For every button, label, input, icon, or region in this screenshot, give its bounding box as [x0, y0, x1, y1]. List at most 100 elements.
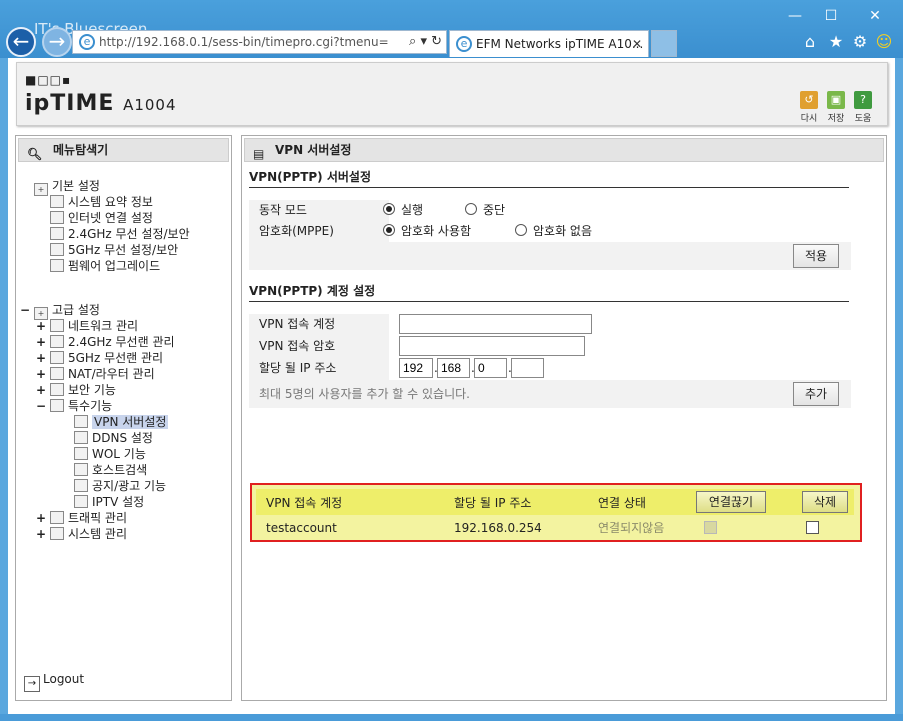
tree-system-summary[interactable]: 시스템 요약 정보	[50, 194, 153, 210]
expand-icon[interactable]: +	[36, 350, 46, 366]
save-button[interactable]: ▣ 저장	[824, 91, 848, 124]
ip-octet-4[interactable]	[511, 358, 544, 378]
password-label: VPN 접속 암호	[249, 336, 389, 358]
traffic-icon	[50, 511, 64, 524]
mode-off-radio[interactable]	[465, 203, 477, 215]
reload-button[interactable]: ↺ 다시	[797, 91, 821, 124]
tree-advanced-settings[interactable]: − + 고급 설정	[20, 302, 100, 320]
account-label: VPN 접속 계정	[249, 314, 389, 336]
ie-icon: e	[79, 34, 95, 50]
page-title: VPN 서버설정	[275, 143, 352, 157]
model-name: A1004	[123, 96, 177, 114]
tree-system-mgmt[interactable]: + 시스템 관리	[36, 526, 127, 542]
ip-row: 할당 될 IP 주소 . . .	[249, 358, 851, 380]
encryption-label: 암호화(MPPE)	[249, 221, 389, 243]
tab-close-icon[interactable]: ✕	[632, 31, 642, 57]
page-icon	[74, 463, 88, 476]
vpn-account-input[interactable]	[399, 314, 592, 334]
row-status: 연결되지않음	[598, 521, 665, 535]
col-ip-header: 할당 될 IP 주소	[454, 496, 532, 510]
maximize-button[interactable]: ☐	[816, 6, 846, 26]
tree-host-search[interactable]: 호스트검색	[74, 462, 147, 478]
tree-notice-ad[interactable]: 공지/광고 기능	[74, 478, 166, 494]
help-button[interactable]: ? 도움	[851, 91, 875, 124]
max-users-hint: 최대 5명의 사용자를 추가 할 수 있습니다.	[259, 387, 470, 401]
new-tab-button[interactable]	[651, 30, 677, 57]
collapse-icon[interactable]: −	[20, 302, 30, 318]
tree-wifi5-settings[interactable]: 5GHz 무선 설정/보안	[50, 242, 178, 258]
logout-link[interactable]: → Logout	[24, 672, 84, 692]
row-account: testaccount	[266, 521, 337, 535]
page-icon	[74, 479, 88, 492]
apply-button[interactable]: 적용	[793, 244, 839, 268]
tree-special-features[interactable]: − 특수기능	[36, 398, 112, 414]
wifi-icon	[50, 243, 64, 256]
page-icon: ▤	[253, 147, 265, 161]
tree-security[interactable]: + 보안 기능	[36, 382, 116, 398]
ip-octet-3[interactable]	[474, 358, 507, 378]
sidebar-header: 🔍︎ 메뉴탐색기	[18, 138, 229, 162]
minimize-button[interactable]: —	[780, 6, 810, 26]
logo-squares: ■□□▪	[25, 73, 72, 87]
disconnect-button[interactable]: 연결끊기	[696, 491, 766, 513]
tree-internet-settings[interactable]: 인터넷 연결 설정	[50, 210, 153, 226]
back-button[interactable]: ←	[6, 27, 36, 57]
row-ip: 192.168.0.254	[454, 521, 542, 535]
collapse-icon[interactable]: −	[36, 398, 46, 414]
password-row: VPN 접속 암호	[249, 336, 851, 358]
expand-icon[interactable]: +	[36, 318, 46, 334]
tree-iptv[interactable]: IPTV 설정	[74, 494, 144, 510]
settings-icon[interactable]: ⚙	[850, 32, 870, 52]
server-section-title: VPN(PPTP) 서버설정	[249, 168, 849, 188]
tree-basic-settings[interactable]: + 기본 설정	[34, 178, 100, 196]
tree-wifi5-mgmt[interactable]: + 5GHz 무선랜 관리	[36, 350, 163, 366]
ip-octet-2[interactable]	[437, 358, 470, 378]
tree-nat-router[interactable]: + NAT/라우터 관리	[36, 366, 155, 382]
add-row: 최대 5명의 사용자를 추가 할 수 있습니다. 추가	[249, 380, 851, 408]
chart-icon	[50, 527, 64, 540]
mode-label: 동작 모드	[249, 200, 389, 222]
mode-on-radio[interactable]	[383, 203, 395, 215]
reload-icon: ↺	[800, 91, 818, 109]
tab-efm[interactable]: e EFM Networks ipTIME A10... ✕	[449, 30, 649, 57]
disconnect-checkbox	[704, 521, 717, 534]
encryption-on-radio[interactable]	[383, 224, 395, 236]
expand-icon[interactable]: +	[36, 382, 46, 398]
tree-wol[interactable]: WOL 기능	[74, 446, 146, 462]
network-icon	[50, 319, 64, 332]
smiley-icon[interactable]: ☺	[874, 32, 894, 52]
upgrade-icon	[50, 259, 64, 272]
folder-icon: +	[34, 183, 48, 196]
address-bar[interactable]: e http://192.168.0.1/sess-bin/timepro.cg…	[72, 30, 447, 54]
encryption-row: 암호화(MPPE) 암호화 사용함 암호화 없음	[249, 221, 851, 243]
ip-octet-1[interactable]	[399, 358, 433, 378]
tree-traffic-mgmt[interactable]: + 트래픽 관리	[36, 510, 127, 526]
save-icon: ▣	[827, 91, 845, 109]
expand-icon[interactable]: +	[36, 526, 46, 542]
forward-button[interactable]: →	[42, 27, 72, 57]
window-frame-bottom	[0, 714, 903, 721]
expand-icon[interactable]: +	[36, 334, 46, 350]
home-icon[interactable]: ⌂	[800, 32, 820, 52]
tree-ddns[interactable]: DDNS 설정	[74, 430, 153, 446]
iptime-logo: ipTIME A1004	[25, 91, 177, 116]
delete-button[interactable]: 삭제	[802, 491, 848, 513]
tree-firmware-upgrade[interactable]: 펌웨어 업그레이드	[50, 258, 160, 274]
close-window-button[interactable]: ✕	[860, 6, 890, 26]
tree-vpn-server[interactable]: VPN 서버설정	[74, 414, 169, 430]
add-button[interactable]: 추가	[793, 382, 839, 406]
expand-icon[interactable]: +	[36, 510, 46, 526]
tree-wifi24-mgmt[interactable]: + 2.4GHz 무선랜 관리	[36, 334, 175, 350]
tree-network-mgmt[interactable]: + 네트워크 관리	[36, 318, 138, 334]
ip-label: 할당 될 IP 주소	[249, 358, 389, 380]
delete-checkbox[interactable]	[806, 521, 819, 534]
encryption-off-radio[interactable]	[515, 224, 527, 236]
expand-icon[interactable]: +	[36, 366, 46, 382]
vpn-password-input[interactable]	[399, 336, 585, 356]
router-icon	[50, 367, 64, 380]
encryption-off-label: 암호화 없음	[533, 224, 593, 238]
tree-wifi24-settings[interactable]: 2.4GHz 무선 설정/보안	[50, 226, 190, 242]
apply-row: 적용	[249, 242, 851, 270]
address-tools[interactable]: ⌕ ▾ ↻	[409, 31, 442, 53]
favorites-icon[interactable]: ★	[826, 32, 846, 52]
